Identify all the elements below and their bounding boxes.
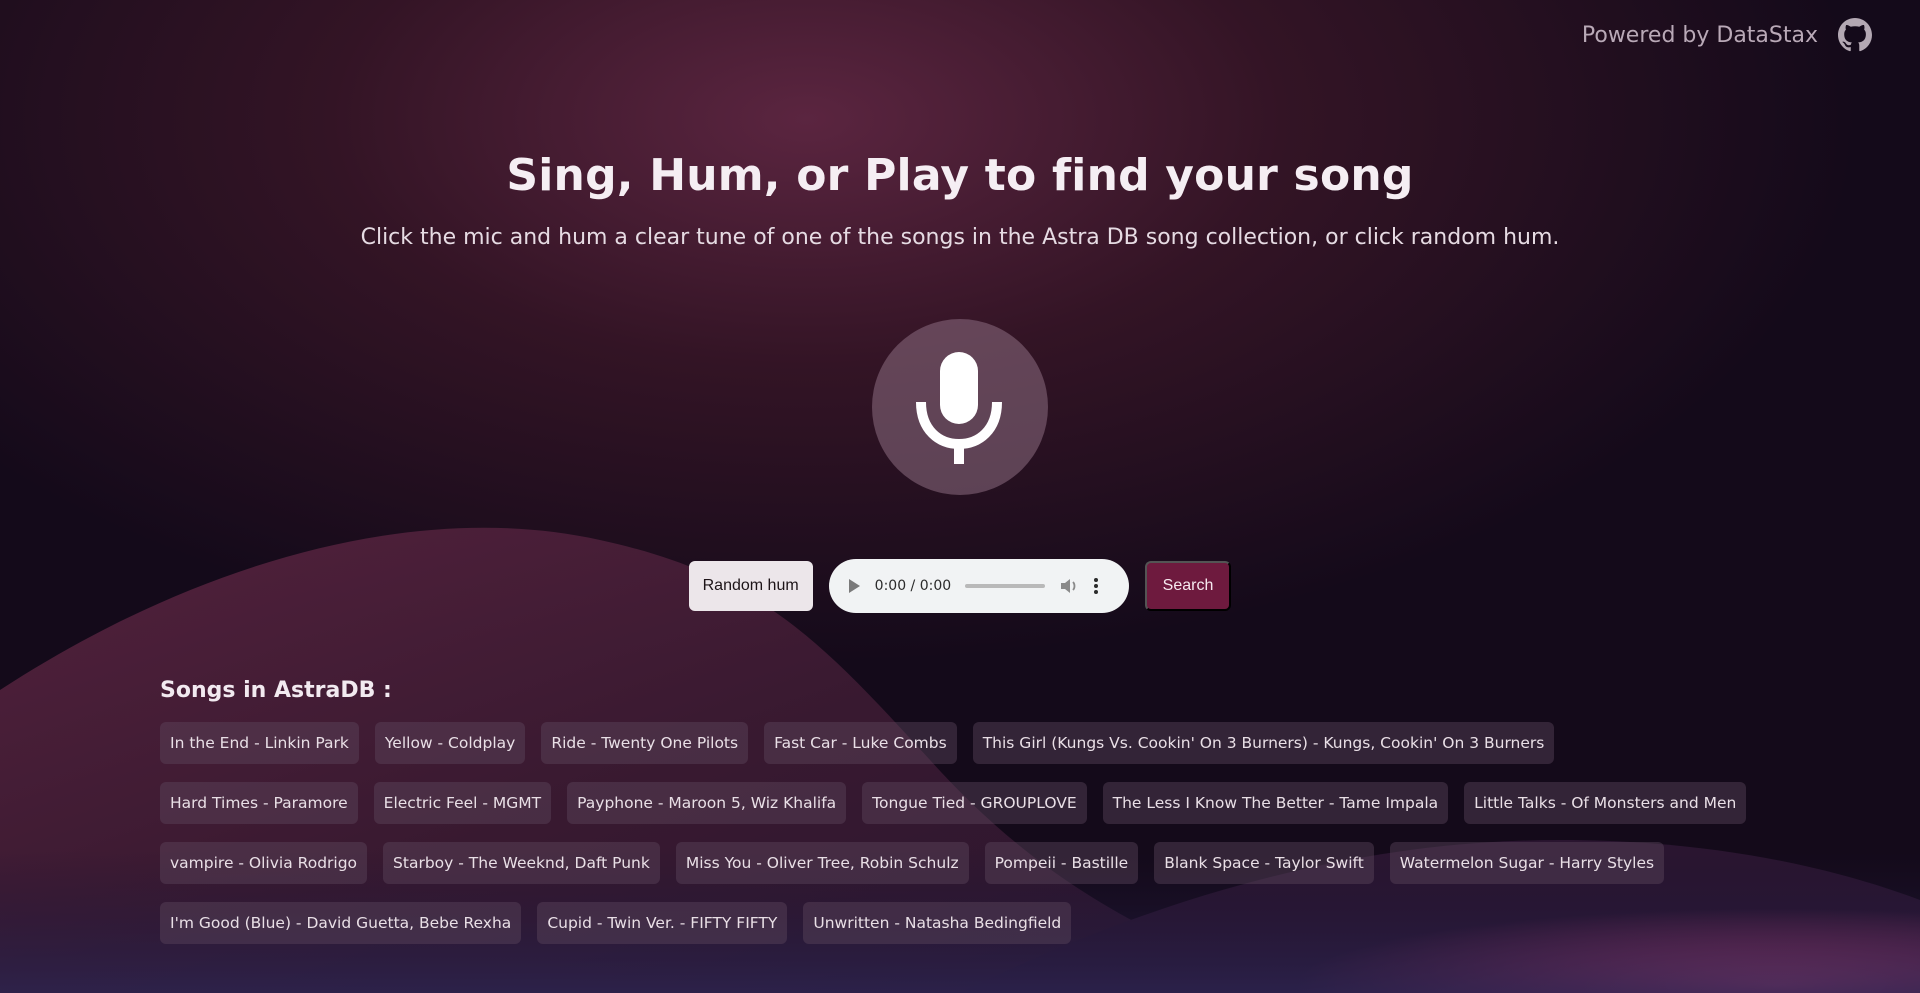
song-chip[interactable]: Watermelon Sugar - Harry Styles bbox=[1389, 842, 1665, 884]
song-chip[interactable]: This Girl (Kungs Vs. Cookin' On 3 Burner… bbox=[972, 722, 1555, 764]
powered-by-link[interactable]: Powered by DataStax bbox=[1582, 23, 1818, 48]
player-time: 0:00 / 0:00 bbox=[874, 578, 952, 594]
song-chip[interactable]: I'm Good (Blue) - David Guetta, Bebe Rex… bbox=[160, 902, 522, 944]
song-chip[interactable]: Fast Car - Luke Combs bbox=[764, 722, 957, 764]
microphone-icon bbox=[916, 352, 1002, 464]
song-chip[interactable]: Miss You - Oliver Tree, Robin Schulz bbox=[675, 842, 969, 884]
song-chip[interactable]: Hard Times - Paramore bbox=[160, 782, 358, 824]
top-bar: Powered by DataStax bbox=[1582, 18, 1872, 52]
volume-icon[interactable] bbox=[1059, 577, 1079, 595]
song-chip[interactable]: Unwritten - Natasha Bedingfield bbox=[803, 902, 1072, 944]
songs-list: In the End - Linkin Park Yellow - Coldpl… bbox=[160, 722, 1760, 944]
random-hum-button[interactable]: Random hum bbox=[688, 561, 813, 611]
controls-row: Random hum 0:00 / 0:00 Search bbox=[0, 559, 1920, 613]
page-subtitle: Click the mic and hum a clear tune of on… bbox=[360, 225, 1560, 250]
song-chip[interactable]: Yellow - Coldplay bbox=[374, 722, 526, 764]
song-chip[interactable]: vampire - Olivia Rodrigo bbox=[160, 842, 368, 884]
play-icon[interactable] bbox=[847, 578, 861, 594]
progress-slider[interactable] bbox=[965, 584, 1046, 588]
song-chip[interactable]: Ride - Twenty One Pilots bbox=[541, 722, 749, 764]
search-button[interactable]: Search bbox=[1144, 561, 1232, 611]
songs-heading: Songs in AstraDB : bbox=[160, 678, 392, 703]
song-chip[interactable]: Little Talks - Of Monsters and Men bbox=[1464, 782, 1747, 824]
page-title: Sing, Hum, or Play to find your song bbox=[506, 150, 1414, 201]
github-icon[interactable] bbox=[1838, 18, 1872, 52]
song-chip[interactable]: Payphone - Maroon 5, Wiz Khalifa bbox=[567, 782, 847, 824]
song-chip[interactable]: Blank Space - Taylor Swift bbox=[1154, 842, 1374, 884]
audio-player[interactable]: 0:00 / 0:00 bbox=[828, 559, 1129, 613]
song-chip[interactable]: Tongue Tied - GROUPLOVE bbox=[862, 782, 1087, 824]
song-chip[interactable]: Pompeii - Bastille bbox=[984, 842, 1139, 884]
mic-button[interactable] bbox=[872, 319, 1048, 495]
song-chip[interactable]: Starboy - The Weeknd, Daft Punk bbox=[383, 842, 660, 884]
more-options-icon[interactable] bbox=[1093, 577, 1099, 595]
song-chip[interactable]: In the End - Linkin Park bbox=[160, 722, 359, 764]
song-chip[interactable]: The Less I Know The Better - Tame Impala bbox=[1102, 782, 1449, 824]
song-chip[interactable]: Cupid - Twin Ver. - FIFTY FIFTY bbox=[537, 902, 788, 944]
song-chip[interactable]: Electric Feel - MGMT bbox=[373, 782, 552, 824]
